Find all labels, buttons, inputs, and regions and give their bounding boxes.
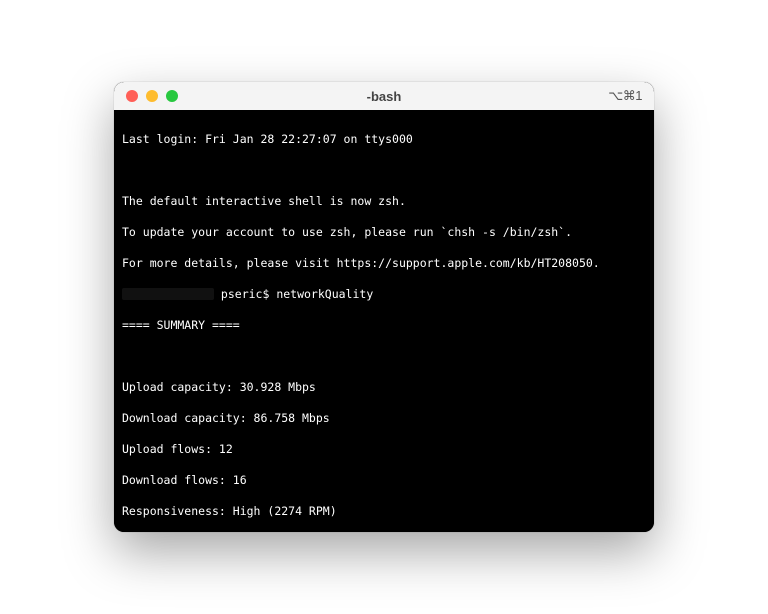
download-capacity-line: Download capacity: 86.758 Mbps xyxy=(122,411,646,427)
redacted-hostname xyxy=(122,288,214,300)
command-text: networkQuality xyxy=(276,287,373,301)
zsh-notice-line-3: For more details, please visit https://s… xyxy=(122,256,646,272)
zsh-notice-line-2: To update your account to use zsh, pleas… xyxy=(122,225,646,241)
traffic-lights xyxy=(114,90,178,102)
upload-capacity-line: Upload capacity: 30.928 Mbps xyxy=(122,380,646,396)
terminal-output[interactable]: Last login: Fri Jan 28 22:27:07 on ttys0… xyxy=(114,110,654,532)
window-shortcut-indicator: ⌥⌘1 xyxy=(608,88,642,104)
blank-line xyxy=(122,163,646,179)
prompt-line-1: pseric$ networkQuality xyxy=(122,287,646,303)
minimize-icon[interactable] xyxy=(146,90,158,102)
blank-line xyxy=(122,349,646,365)
window-title: -bash xyxy=(114,89,654,104)
upload-flows-line: Upload flows: 12 xyxy=(122,442,646,458)
last-login-line: Last login: Fri Jan 28 22:27:07 on ttys0… xyxy=(122,132,646,148)
terminal-window: -bash ⌥⌘1 Last login: Fri Jan 28 22:27:0… xyxy=(114,82,654,532)
window-titlebar[interactable]: -bash ⌥⌘1 xyxy=(114,82,654,110)
download-flows-line: Download flows: 16 xyxy=(122,473,646,489)
maximize-icon[interactable] xyxy=(166,90,178,102)
summary-header: ==== SUMMARY ==== xyxy=(122,318,646,334)
prompt-user: pseric$ xyxy=(214,287,276,301)
responsiveness-line: Responsiveness: High (2274 RPM) xyxy=(122,504,646,520)
zsh-notice-line-1: The default interactive shell is now zsh… xyxy=(122,194,646,210)
close-icon[interactable] xyxy=(126,90,138,102)
